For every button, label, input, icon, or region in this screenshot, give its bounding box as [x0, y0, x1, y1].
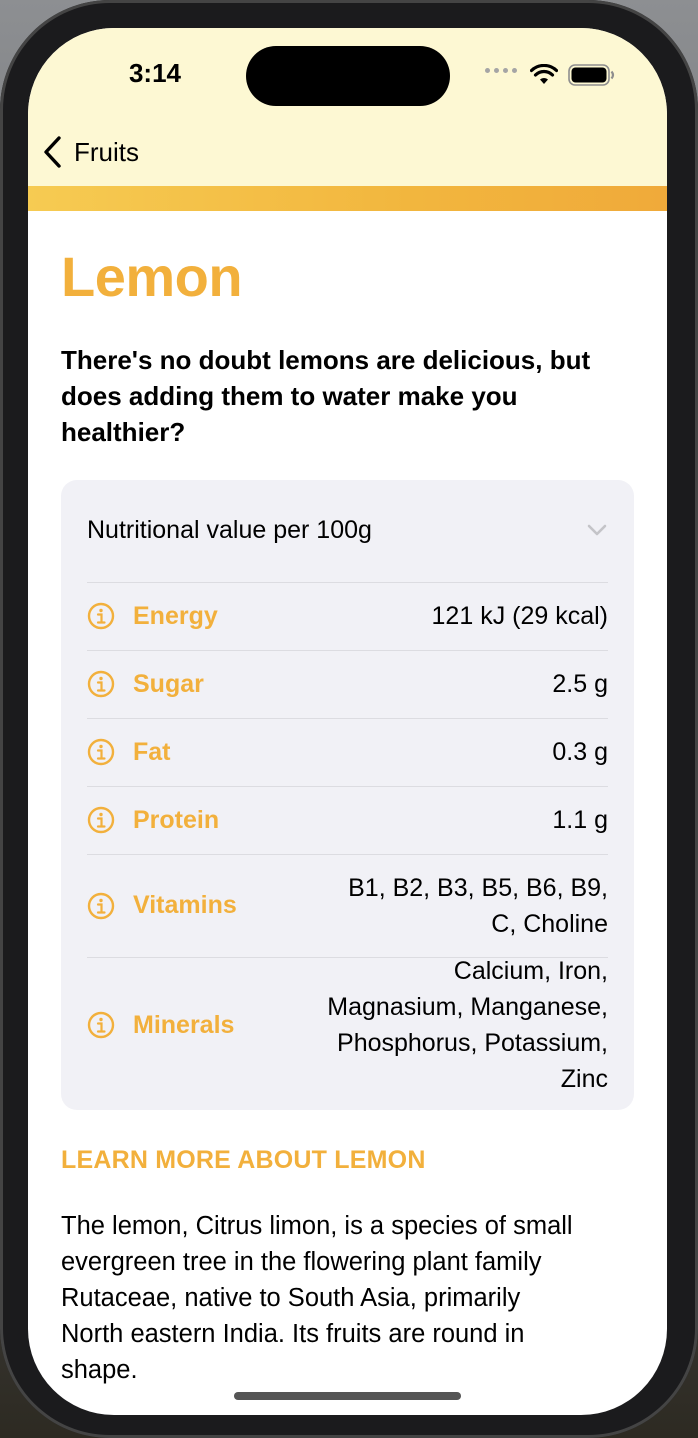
home-indicator[interactable] [234, 1392, 461, 1400]
accent-gradient-bar [28, 186, 667, 211]
nutrition-label: Sugar [133, 669, 204, 698]
info-icon[interactable] [87, 738, 115, 766]
nutrition-value: 1.1 g [552, 806, 608, 834]
nutrition-row-sugar: Sugar 2.5 g [87, 650, 608, 717]
nutrition-row-protein: Protein 1.1 g [87, 786, 608, 853]
chevron-down-icon [587, 524, 607, 536]
info-icon[interactable] [87, 806, 115, 834]
nutrition-value: 2.5 g [552, 670, 608, 698]
description-line: Rutaceae, native to South Asia, primaril… [61, 1284, 521, 1312]
nutrition-row-energy: Energy 121 kJ (29 kcal) [87, 582, 608, 649]
nutrition-label: Energy [133, 601, 218, 630]
info-icon[interactable] [87, 602, 115, 630]
info-icon[interactable] [87, 892, 115, 920]
page-title: Lemon [61, 245, 243, 308]
status-time: 3:14 [128, 58, 182, 88]
description-line: shape. [61, 1356, 138, 1384]
info-icon[interactable] [87, 1011, 115, 1039]
description-line: evergreen tree in the flowering plant fa… [61, 1248, 542, 1276]
cellular-signal-icon [485, 68, 519, 78]
dynamic-island [246, 46, 450, 106]
nutrition-header-label: Nutritional value per 100g [87, 515, 372, 544]
nutrition-label: Protein [133, 805, 220, 834]
back-button[interactable]: Fruits [42, 132, 139, 172]
nutrition-row-vitamins: Vitamins B1, B2, B3, B5, B6, B9, C, Chol… [87, 854, 608, 956]
description-line: North eastern India. Its fruits are roun… [61, 1320, 525, 1348]
value-line: Calcium, Iron, [453, 957, 608, 985]
value-line: Magnasium, Manganese, [327, 993, 608, 1021]
nutrition-row-minerals: Minerals Calcium, Iron, Magnasium, Manga… [87, 957, 608, 1093]
value-line: Phosphorus, Potassium, [337, 1029, 608, 1057]
value-line: C, Choline [491, 909, 608, 938]
nutrition-disclosure-toggle[interactable]: Nutritional value per 100g [87, 508, 608, 552]
headline: There's no doubt lemons are delicious, b… [61, 345, 591, 447]
battery-icon [568, 64, 615, 86]
back-button-label: Fruits [74, 136, 139, 167]
navigation-header: 3:14 Fruits [28, 28, 667, 186]
description-line: The lemon, Citrus limon, is a species of… [61, 1212, 573, 1240]
nutrition-value: 121 kJ (29 kcal) [431, 602, 608, 630]
nutrition-disclosure-group: Nutritional value per 100g Energy 121 kJ… [61, 480, 634, 1110]
value-line: B1, B2, B3, B5, B6, B9, [348, 873, 608, 902]
nutrition-label: Fat [133, 737, 171, 766]
info-icon[interactable] [87, 670, 115, 698]
fruit-description: The lemon, Citrus limon, is a species of… [61, 1208, 631, 1388]
app-screen: 3:14 Fruits Lemon There's no doubt lemon… [28, 28, 667, 1415]
wifi-icon [530, 64, 558, 84]
nutrition-label: Minerals [133, 1010, 235, 1039]
value-line: Zinc [560, 1065, 608, 1093]
nutrition-row-fat: Fat 0.3 g [87, 718, 608, 785]
learn-more-heading: LEARN MORE ABOUT LEMON [61, 1146, 426, 1174]
chevron-left-icon [44, 136, 61, 168]
nutrition-value: 0.3 g [552, 738, 608, 766]
nutrition-value: Calcium, Iron, Magnasium, Manganese, Pho… [327, 953, 608, 1097]
nutrition-label: Vitamins [133, 891, 237, 919]
nutrition-value: B1, B2, B3, B5, B6, B9, C, Choline [348, 870, 608, 942]
